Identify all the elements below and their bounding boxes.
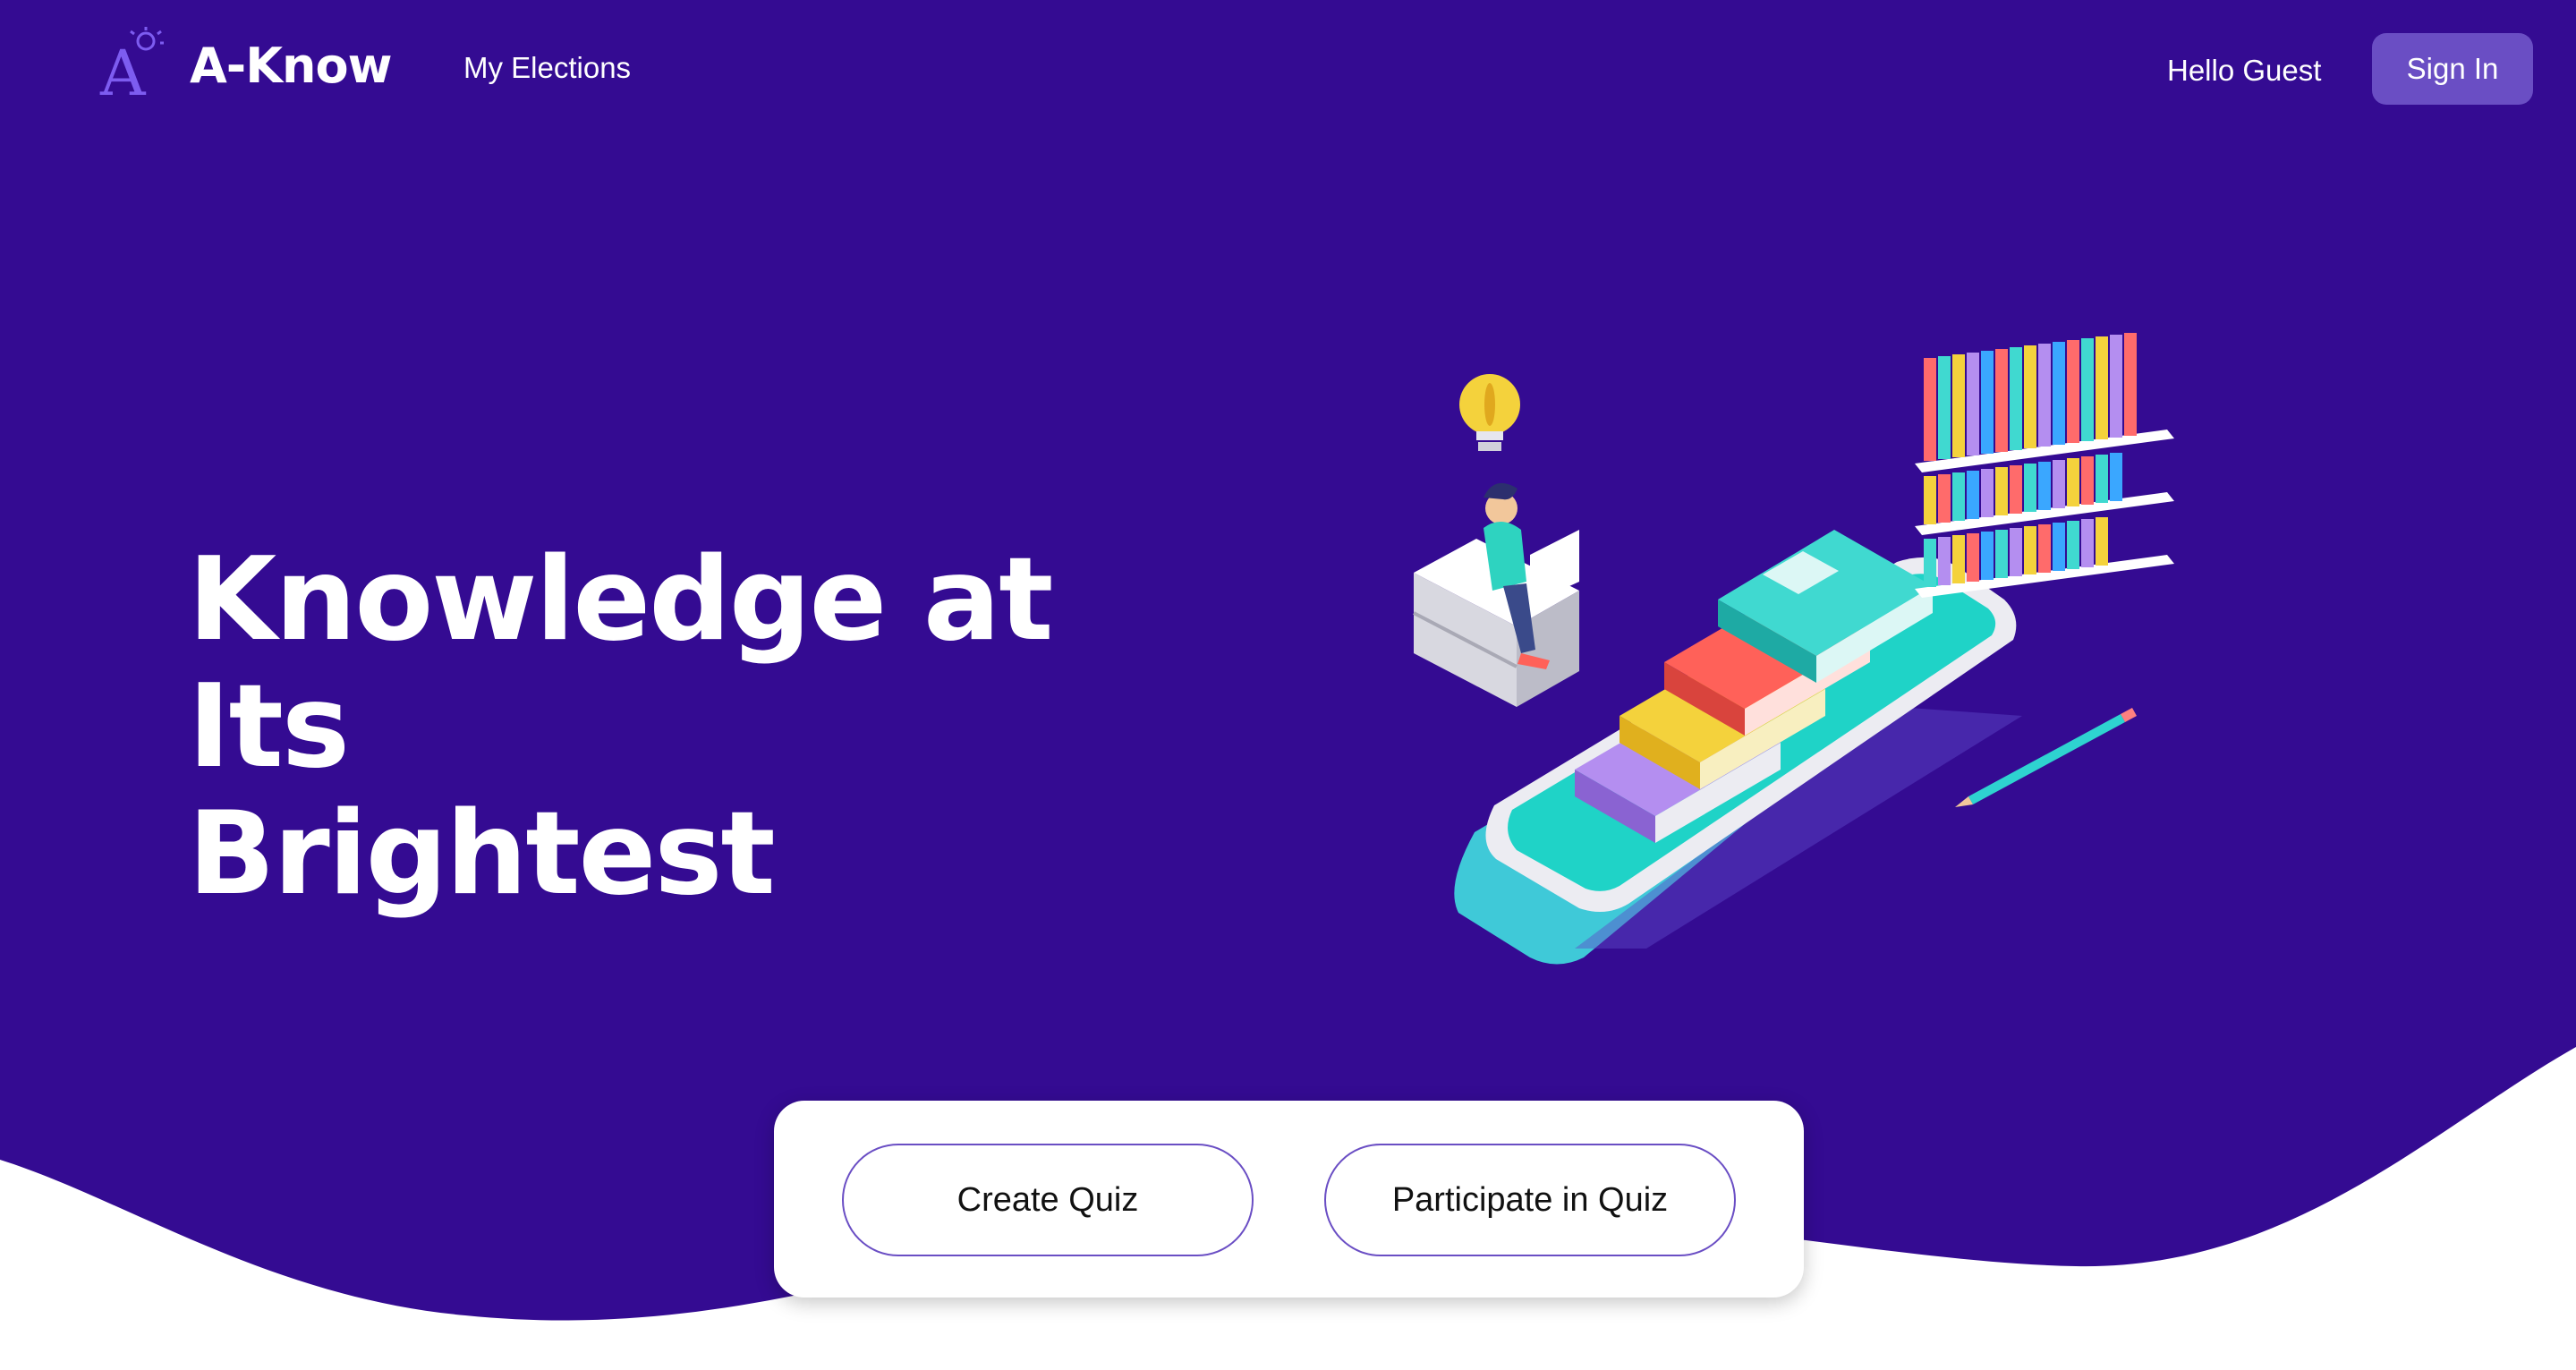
logo-icon[interactable]: A: [97, 25, 165, 102]
hero-title: Knowledge at Its Brightest: [188, 537, 1217, 918]
participate-in-quiz-button[interactable]: Participate in Quiz: [1324, 1144, 1736, 1256]
user-greeting: Hello Guest: [2167, 54, 2322, 87]
top-navbar: A A-Know My Elections Hello Guest Sign I…: [0, 0, 2576, 138]
bookshelf-icon: [1915, 333, 2174, 598]
create-quiz-button[interactable]: Create Quiz: [842, 1144, 1254, 1256]
hero-title-line-2: Brightest: [188, 787, 776, 921]
sign-in-button[interactable]: Sign In: [2372, 33, 2533, 105]
hero-title-line-1: Knowledge at Its: [188, 533, 1053, 794]
quiz-actions-card: Create Quiz Participate in Quiz: [774, 1101, 1804, 1298]
light-bulb-icon: [1459, 374, 1520, 451]
hero-illustration: [1413, 333, 2174, 965]
nav-link-my-elections[interactable]: My Elections: [463, 51, 631, 85]
brand-name[interactable]: A-Know: [190, 38, 392, 94]
